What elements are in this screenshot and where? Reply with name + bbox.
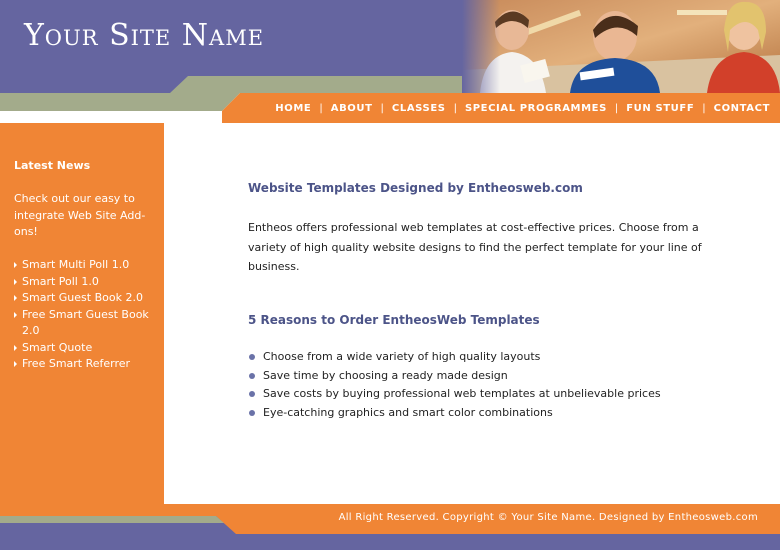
site-name[interactable]: Your Site Name bbox=[24, 18, 264, 53]
nav-separator: | bbox=[380, 102, 384, 114]
list-item: Choose from a wide variety of high quali… bbox=[248, 348, 661, 367]
arrow-right-icon bbox=[14, 295, 17, 301]
arrow-right-icon bbox=[14, 262, 17, 268]
nav-separator: | bbox=[614, 102, 619, 114]
nav-separator: | bbox=[702, 102, 706, 114]
sidebar-link-label[interactable]: Free Smart Referrer bbox=[22, 357, 130, 370]
sidebar-link[interactable]: Free Smart Guest Book 2.0 bbox=[14, 307, 160, 340]
list-item-text: Save time by choosing a ready made desig… bbox=[263, 368, 508, 382]
intro-paragraph: Entheos offers professional web template… bbox=[248, 221, 702, 273]
nav-classes[interactable]: CLASSES bbox=[392, 103, 446, 114]
list-item: Eye-catching graphics and smart color co… bbox=[248, 404, 661, 423]
sidebar-link-label[interactable]: Smart Guest Book 2.0 bbox=[22, 291, 143, 304]
bullet-icon bbox=[249, 354, 255, 360]
reasons-heading: 5 Reasons to Order EntheosWeb Templates bbox=[248, 313, 540, 327]
header-photo bbox=[462, 0, 780, 93]
nav-about[interactable]: ABOUT bbox=[331, 103, 373, 114]
sidebar-link[interactable]: Smart Quote bbox=[14, 340, 160, 357]
sidebar-link[interactable]: Smart Multi Poll 1.0 bbox=[14, 257, 160, 274]
nav-home[interactable]: HOME bbox=[275, 103, 311, 114]
header-banner: Your Site Name bbox=[0, 0, 780, 93]
sidebar-link-label[interactable]: Smart Multi Poll 1.0 bbox=[22, 258, 129, 271]
sidebar-link-label[interactable]: Smart Poll 1.0 bbox=[22, 275, 99, 288]
arrow-right-icon bbox=[14, 344, 17, 351]
sidebar-title: Latest News bbox=[14, 159, 91, 172]
sidebar: Latest News Check out our easy to integr… bbox=[0, 123, 164, 504]
sidebar-link-label[interactable]: Free Smart Guest Book 2.0 bbox=[22, 308, 149, 338]
arrow-right-icon bbox=[14, 361, 17, 367]
list-item-text: Choose from a wide variety of high quali… bbox=[263, 350, 541, 363]
list-item: Save time by choosing a ready made desig… bbox=[248, 367, 661, 386]
content-heading: Website Templates Designed by Entheosweb… bbox=[248, 181, 583, 195]
sidebar-link[interactable]: Free Smart Referrer bbox=[14, 356, 160, 373]
nav-special-programmes[interactable]: SPECIAL PROGRAMMES bbox=[465, 103, 607, 114]
arrow-right-icon bbox=[14, 311, 17, 318]
list-item-text: Save costs by buying professional web te… bbox=[263, 387, 661, 401]
sidebar-link-list: Smart Multi Poll 1.0 Smart Poll 1.0 Smar… bbox=[14, 257, 160, 373]
list-item-text: Eye-catching graphics and smart color co… bbox=[263, 406, 553, 420]
main-nav: HOME | ABOUT | CLASSES | SPECIAL PROGRAM… bbox=[275, 99, 770, 117]
bullet-icon bbox=[249, 372, 255, 379]
nav-fun-stuff[interactable]: FUN STUFF bbox=[626, 103, 694, 114]
arrow-right-icon bbox=[14, 278, 17, 285]
nav-separator: | bbox=[319, 102, 323, 114]
footer-bar bbox=[0, 504, 780, 550]
sidebar-link[interactable]: Smart Poll 1.0 bbox=[14, 274, 160, 291]
sidebar-link[interactable]: Smart Guest Book 2.0 bbox=[14, 290, 160, 307]
reasons-list: Choose from a wide variety of high quali… bbox=[248, 348, 661, 423]
bullet-icon bbox=[249, 410, 255, 417]
nav-separator: | bbox=[453, 102, 457, 114]
nav-contact[interactable]: CONTACT bbox=[714, 103, 770, 114]
sidebar-intro: Check out our easy to integrate Web Site… bbox=[14, 192, 146, 238]
bullet-icon bbox=[249, 391, 255, 398]
footer-copyright: All Right Reserved. Copyright © Your Sit… bbox=[338, 512, 758, 523]
sidebar-link-label[interactable]: Smart Quote bbox=[22, 341, 92, 354]
list-item: Save costs by buying professional web te… bbox=[248, 385, 661, 404]
main-content: Website Templates Designed by Entheosweb… bbox=[164, 123, 780, 504]
